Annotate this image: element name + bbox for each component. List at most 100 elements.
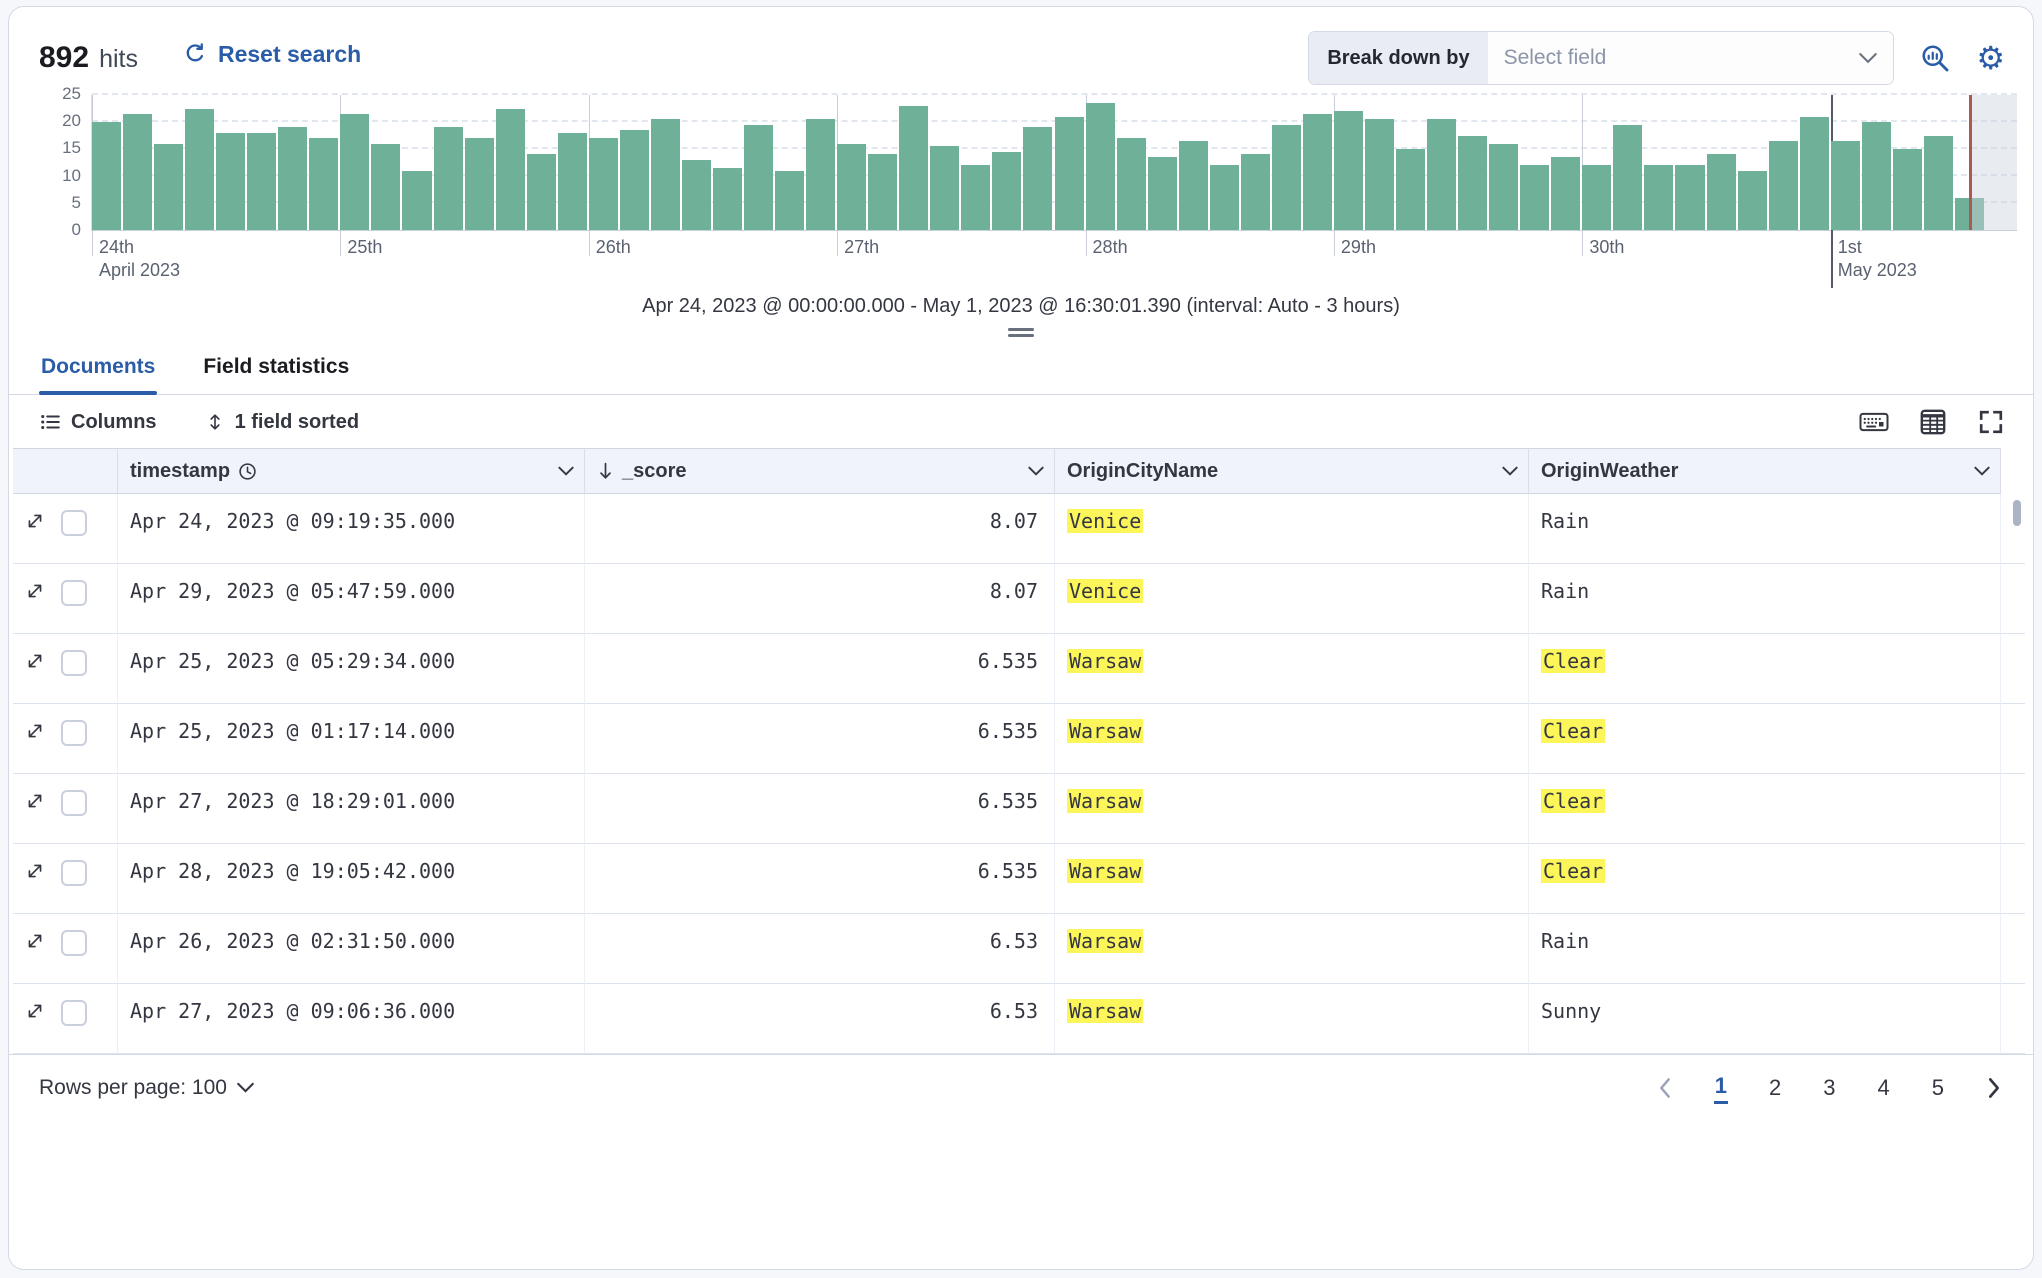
page-button-4[interactable]: 4 <box>1877 1071 1891 1104</box>
table-row: Apr 24, 2023 @ 09:19:35.000 8.07 Venice Rai… <box>13 494 2025 564</box>
expand-row-button[interactable] <box>25 651 45 671</box>
histogram-bar <box>1209 165 1239 230</box>
documents-grid: timestamp _score OriginCityName OriginWe… <box>13 448 2025 1054</box>
chart-settings-button[interactable]: ⚙ <box>1976 40 2005 76</box>
score-cell: 6.535 <box>585 704 1055 774</box>
histogram-plot[interactable]: 24th April 2023 25th 26th 27th 28th 29th 30th 1s… <box>91 93 2017 288</box>
expand-row-button[interactable] <box>25 791 45 811</box>
sort-fields-button[interactable]: 1 field sorted <box>205 411 359 434</box>
expand-icon <box>25 721 45 741</box>
header-score[interactable]: _score <box>585 448 1055 494</box>
expand-row-button[interactable] <box>25 861 45 881</box>
expand-icon <box>25 791 45 811</box>
break-down-by-select[interactable]: Break down by Select field <box>1308 31 1895 85</box>
histogram-bar <box>371 143 401 230</box>
histogram-resize-handle[interactable] <box>1008 328 1034 337</box>
histogram-bar <box>526 154 556 230</box>
histogram-bar <box>1520 165 1550 230</box>
x-axis-tick-label: 27th <box>844 237 880 257</box>
table-row: Apr 26, 2023 @ 02:31:50.000 6.53 Warsaw Rai… <box>13 914 2025 984</box>
inspect-chart-button[interactable] <box>1920 43 1950 73</box>
break-down-by-field[interactable]: Select field <box>1487 32 1894 84</box>
discover-panel: 892 hits Reset search Break down by Sele… <box>8 6 2034 1270</box>
page-button-2[interactable]: 2 <box>1768 1071 1782 1104</box>
page-button-5[interactable]: 5 <box>1931 1071 1945 1104</box>
origin-city-cell: Warsaw <box>1055 634 1529 704</box>
header-origin-city[interactable]: OriginCityName <box>1055 448 1529 494</box>
expand-row-button[interactable] <box>25 721 45 741</box>
reset-search-button[interactable]: Reset search <box>182 41 361 68</box>
histogram-bar <box>1333 111 1363 230</box>
expand-row-button[interactable] <box>25 511 45 531</box>
chevron-down-icon[interactable] <box>1974 466 1990 476</box>
page-button-1[interactable]: 1 <box>1713 1071 1728 1104</box>
expand-icon <box>25 1001 45 1021</box>
row-checkbox[interactable] <box>61 720 87 746</box>
display-options-button[interactable] <box>1919 408 1947 436</box>
origin-weather-cell: Clear <box>1529 844 2001 914</box>
histogram-bar <box>92 122 122 230</box>
chevron-down-icon <box>237 1082 254 1093</box>
chevron-down-icon[interactable] <box>558 466 574 476</box>
row-checkbox[interactable] <box>61 650 87 676</box>
y-axis-tick-label: 15 <box>62 138 81 158</box>
grid-vertical-scrollbar[interactable] <box>2013 500 2021 526</box>
tab-field-statistics[interactable]: Field statistics <box>201 341 351 394</box>
header-select-column <box>13 448 118 494</box>
histogram-bar <box>712 167 742 230</box>
gear-icon: ⚙ <box>1976 40 2005 76</box>
row-checkbox[interactable] <box>61 580 87 606</box>
row-controls-cell <box>13 494 118 564</box>
expand-row-button[interactable] <box>25 1001 45 1021</box>
tab-documents[interactable]: Documents <box>39 341 158 395</box>
display-options-icon <box>1919 408 1947 436</box>
timestamp-cell: Apr 29, 2023 @ 05:47:59.000 <box>118 564 585 634</box>
expand-icon <box>25 651 45 671</box>
chevron-down-icon[interactable] <box>1028 466 1044 476</box>
expand-row-button[interactable] <box>25 931 45 951</box>
histogram-bar <box>123 113 153 230</box>
row-controls-cell <box>13 774 118 844</box>
histogram-bar <box>1737 170 1767 230</box>
header-timestamp[interactable]: timestamp <box>118 448 585 494</box>
row-checkbox[interactable] <box>61 790 87 816</box>
filler-cell <box>2001 704 2025 774</box>
fullscreen-button[interactable] <box>1977 408 2005 436</box>
origin-weather-cell: Clear <box>1529 704 2001 774</box>
hits-count: 892 <box>39 41 90 75</box>
histogram-bar <box>992 151 1022 230</box>
row-checkbox[interactable] <box>61 1000 87 1026</box>
table-row: Apr 25, 2023 @ 05:29:34.000 6.535 Warsaw Cl… <box>13 634 2025 704</box>
x-axis-tick-label: 30th <box>1589 237 1625 257</box>
timestamp-cell: Apr 27, 2023 @ 09:06:36.000 <box>118 984 585 1054</box>
row-checkbox[interactable] <box>61 930 87 956</box>
origin-city-cell: Venice <box>1055 494 1529 564</box>
histogram-bar <box>1582 165 1612 230</box>
histogram-bar <box>464 138 494 230</box>
x-axis-tick-label: 26th <box>595 237 631 257</box>
expand-icon <box>25 861 45 881</box>
chevron-down-icon[interactable] <box>1502 466 1518 476</box>
row-checkbox[interactable] <box>61 860 87 886</box>
expand-row-button[interactable] <box>25 581 45 601</box>
histogram-bar <box>1892 149 1922 230</box>
histogram-bar <box>744 124 774 230</box>
keyboard-shortcuts-button[interactable] <box>1859 410 1889 434</box>
next-page-button[interactable] <box>1985 1075 2003 1101</box>
x-axis-tick-label: 25th <box>347 237 383 257</box>
filler-cell <box>2001 844 2025 914</box>
histogram-bar <box>1116 138 1146 230</box>
row-checkbox[interactable] <box>61 510 87 536</box>
prev-page-button[interactable] <box>1656 1075 1674 1101</box>
y-axis-tick-label: 25 <box>62 84 81 103</box>
origin-city-cell: Warsaw <box>1055 914 1529 984</box>
filler-cell <box>2001 914 2025 984</box>
rows-per-page-button[interactable]: Rows per page: 100 <box>39 1076 254 1100</box>
header-origin-weather[interactable]: OriginWeather <box>1529 448 2001 494</box>
page-button-3[interactable]: 3 <box>1822 1071 1836 1104</box>
histogram-bar <box>961 165 991 230</box>
histogram-bar <box>1364 119 1395 230</box>
columns-button[interactable]: Columns <box>39 411 157 434</box>
break-down-by-placeholder: Select field <box>1503 46 1607 69</box>
columns-list-icon <box>39 411 61 433</box>
